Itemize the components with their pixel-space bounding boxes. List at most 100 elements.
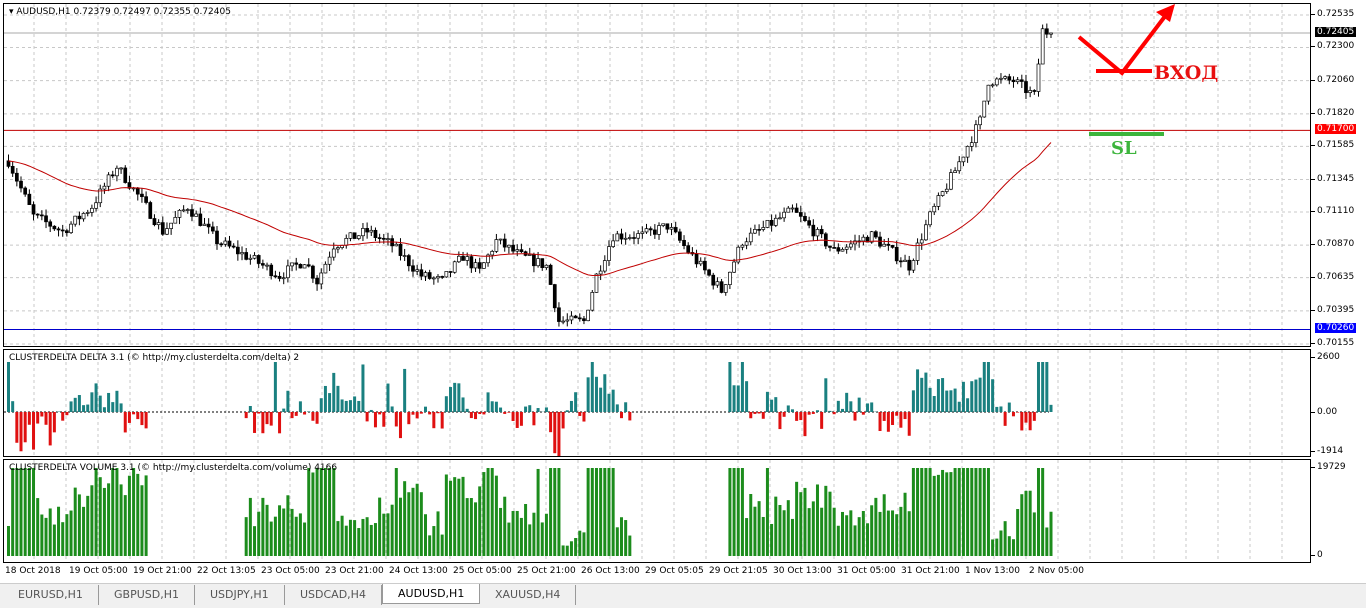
bull-candle: [369, 229, 374, 233]
tab-usdcad-h4[interactable]: USDCAD,H4: [285, 585, 382, 605]
bull-candle: [753, 229, 757, 234]
delta-bar: [986, 362, 990, 412]
delta-bar: [69, 401, 73, 412]
delta-bar: [561, 412, 565, 429]
time-axis: 18 Oct 2018 19 Oct 05:00 19 Oct 21:00 22 Oc…: [3, 563, 1311, 579]
chart-title: ▾ AUDUSD,H1 0.72379 0.72497 0.72355 0.72…: [9, 7, 231, 17]
delta-bar: [248, 405, 252, 412]
bull-candle: [715, 281, 720, 286]
volume-bar: [19, 468, 23, 556]
tab-audusd-h1[interactable]: AUDUSD,H1: [382, 584, 481, 604]
volume-bar: [941, 469, 945, 556]
tab-eurusd-h1[interactable]: EURUSD,H1: [3, 585, 99, 605]
volume-bar: [286, 495, 290, 556]
volume-bar: [23, 468, 27, 556]
bull-candle: [636, 233, 641, 239]
delta-bar: [52, 412, 56, 433]
volume-bar: [524, 504, 528, 556]
bull-candle: [1028, 90, 1033, 94]
delta-bar: [378, 412, 382, 415]
delta-bar: [394, 412, 398, 427]
delta-indicator-panel[interactable]: CLUSTERDELTA DELTA 3.1 (© http://my.clus…: [3, 349, 1311, 457]
volume-bar: [828, 491, 832, 556]
delta-bar: [440, 412, 444, 429]
bull-candle: [911, 260, 916, 271]
delta-bar: [44, 412, 48, 425]
volume-bar: [911, 468, 915, 556]
volume-bar: [949, 472, 953, 556]
bull-candle: [331, 248, 336, 258]
bear-candle: [648, 228, 653, 231]
volume-bar: [265, 504, 269, 556]
volume-bar: [86, 495, 90, 556]
delta-bar: [244, 412, 248, 419]
bear-candle: [694, 253, 699, 265]
volume-bar: [1016, 509, 1020, 556]
bear-candle: [477, 262, 482, 269]
bull-candle: [202, 223, 207, 226]
delta-bar: [991, 379, 995, 412]
bull-candle: [544, 264, 549, 268]
bear-candle: [707, 269, 711, 276]
delta-bar: [348, 400, 352, 412]
bear-candle: [1024, 81, 1028, 94]
price-chart-panel[interactable]: ▾ AUDUSD,H1 0.72379 0.72497 0.72355 0.72…: [3, 3, 1311, 347]
bull-candle: [286, 265, 290, 279]
current-price-price-label: 0.72405: [1315, 26, 1357, 37]
volume-bar: [323, 468, 327, 556]
delta-bar: [432, 412, 436, 429]
volume-bar: [770, 523, 774, 556]
volume-bar: [57, 506, 61, 556]
bear-candle: [273, 275, 278, 278]
delta-bar: [136, 412, 140, 420]
delta-bar: [528, 405, 532, 412]
bear-candle: [60, 229, 65, 232]
bear-candle: [398, 243, 403, 256]
bear-candle: [1011, 79, 1016, 83]
bull-candle: [869, 231, 874, 243]
tab-gbpusd-h1[interactable]: GBPUSD,H1: [99, 585, 195, 605]
price-axis[interactable]: 0.72535 0.72300 0.72060 0.71820 0.71585 0.713…: [1311, 0, 1366, 348]
volume-bar: [11, 468, 15, 556]
volume-bar: [303, 522, 307, 556]
volume-bar: [311, 472, 315, 556]
delta-bar: [1041, 362, 1045, 412]
delta-bar: [474, 412, 478, 420]
volume-bar: [603, 468, 607, 556]
volume-bar: [607, 468, 611, 556]
delta-bar: [7, 362, 10, 412]
delta-bar: [824, 378, 828, 412]
volume-indicator-panel[interactable]: CLUSTERDELTA VOLUME 3.1 (© http://my.clu…: [3, 459, 1311, 563]
delta-bar: [340, 399, 344, 412]
delta-bar: [1003, 412, 1007, 426]
volume-bar: [353, 520, 357, 556]
delta-bar: [15, 412, 19, 443]
volume-bar: [1049, 511, 1053, 556]
bull-candle: [949, 172, 953, 190]
delta-bar: [365, 412, 369, 422]
bear-candle: [294, 262, 299, 265]
delta-bar: [536, 408, 540, 412]
delta-bar: [419, 412, 423, 414]
bull-candle: [85, 212, 90, 214]
bear-candle: [198, 213, 203, 226]
bull-candle: [482, 262, 486, 269]
bear-candle: [532, 254, 536, 267]
time-label: 18 Oct 2018: [5, 566, 61, 576]
bear-candle: [311, 265, 315, 279]
delta-bar: [619, 412, 623, 419]
volume-bar: [136, 473, 140, 556]
delta-bar: [728, 362, 732, 412]
bear-candle: [632, 237, 636, 239]
volume-bar: [740, 468, 744, 556]
bull-candle: [782, 211, 786, 219]
delta-bar: [286, 390, 290, 412]
tab-usdjpy-h1[interactable]: USDJPY,H1: [195, 585, 285, 605]
volume-bar: [774, 496, 778, 556]
bull-candle: [928, 211, 932, 226]
delta-bar: [36, 412, 40, 424]
delta-bar: [1011, 412, 1015, 417]
volume-bar: [886, 510, 890, 556]
delta-bar: [803, 412, 807, 437]
tab-xauusd-h4[interactable]: XAUUSD,H4: [480, 585, 577, 605]
